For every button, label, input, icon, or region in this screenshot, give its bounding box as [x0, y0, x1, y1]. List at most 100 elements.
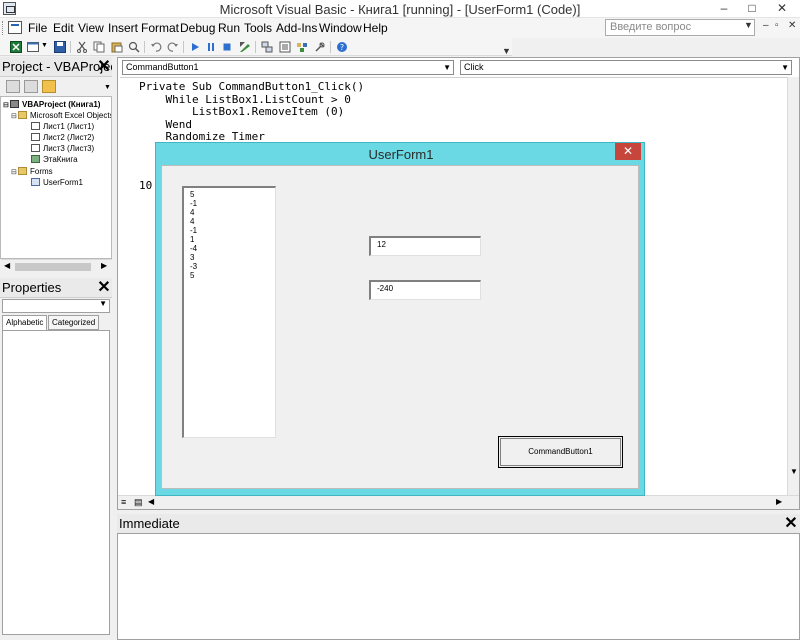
mdi-minimize-button[interactable]: – [763, 20, 769, 31]
properties-grid[interactable] [2, 330, 110, 635]
procedure-view-icon[interactable]: ≡ [121, 497, 126, 507]
project-tree[interactable]: ⊟ VBAProject (Книга1) ⊟ Microsoft Excel Ob… [0, 96, 112, 259]
project-hscrollbar[interactable]: ◀ ▶ [1, 259, 112, 273]
command-button1[interactable]: CommandButton1 [498, 436, 623, 468]
copy-icon[interactable] [93, 41, 105, 53]
title-bar: Microsoft Visual Basic - Книга1 [running… [0, 0, 800, 18]
run-icon[interactable] [189, 41, 201, 53]
list-item[interactable]: 4 [190, 208, 194, 217]
list-item[interactable]: 1 [190, 235, 194, 244]
scroll-down-arrow-icon[interactable]: ▼ [790, 467, 798, 476]
project-toolbar-arrow-icon[interactable]: ▼ [104, 84, 111, 91]
scroll-thumb[interactable] [15, 263, 91, 271]
close-button[interactable]: ✕ [767, 0, 797, 18]
list-item[interactable]: -3 [190, 262, 197, 271]
code-bottom-bar: ≡ ▤ ◀ ▶ [118, 495, 799, 509]
ask-question-input[interactable]: Введите вопрос [605, 19, 755, 36]
project-toolbar: ▼ [0, 78, 112, 96]
mdi-close-button[interactable]: ✕ [788, 20, 796, 31]
chevron-down-icon: ▼ [99, 299, 107, 308]
tree-node-list2[interactable]: Лист2 (Лист2) [31, 133, 94, 143]
object-browser-icon[interactable] [296, 41, 308, 53]
properties-panel-title: Properties [0, 278, 112, 298]
tree-node-list3[interactable]: Лист3 (Лист3) [31, 144, 94, 154]
immediate-window[interactable] [117, 533, 800, 640]
full-module-view-icon[interactable]: ▤ [134, 497, 143, 508]
minimize-button[interactable]: – [709, 0, 739, 18]
design-mode-icon[interactable] [239, 41, 251, 53]
paste-icon[interactable] [111, 41, 123, 53]
toggle-folders-button[interactable] [42, 80, 56, 93]
tree-node-list1[interactable]: Лист1 (Лист1) [31, 122, 94, 132]
cut-icon[interactable] [76, 41, 88, 53]
tree-node-excel-objects[interactable]: ⊟ Microsoft Excel Objects [11, 111, 111, 122]
scroll-right-arrow-icon[interactable]: ▶ [101, 261, 107, 270]
find-icon[interactable] [128, 41, 140, 53]
userform-title: UserForm1 [368, 147, 434, 162]
menu-format[interactable]: Format [141, 21, 179, 35]
menu-view[interactable]: View [78, 21, 104, 35]
ask-dropdown-arrow-icon[interactable]: ▼ [744, 20, 753, 30]
userform-body: 5 -1 4 4 -1 1 -4 3 -3 5 12 -240 CommandB… [161, 165, 639, 489]
menu-window[interactable]: Window [319, 21, 362, 35]
tree-node-etakniga[interactable]: ЭтаКнига [31, 155, 78, 165]
immediate-close-button[interactable]: ✕ [784, 516, 798, 532]
list-item[interactable]: 4 [190, 217, 194, 226]
tree-node-userform1[interactable]: UserForm1 [31, 178, 83, 188]
undo-icon[interactable] [150, 41, 162, 53]
userform-close-button[interactable]: ✕ [615, 143, 641, 160]
list-item[interactable]: 3 [190, 253, 194, 262]
listbox1[interactable]: 5 -1 4 4 -1 1 -4 3 -3 5 [182, 186, 276, 438]
properties-object-combo[interactable]: ▼ [2, 299, 110, 313]
properties-panel-close-button[interactable]: ✕ [97, 280, 111, 296]
folder-icon [18, 111, 27, 119]
tree-node-vbaproject[interactable]: ⊟ VBAProject (Книга1) [3, 100, 100, 111]
menu-help[interactable]: Help [363, 21, 388, 35]
project-explorer-icon[interactable] [261, 41, 273, 53]
list-item[interactable]: 5 [190, 271, 194, 280]
menu-add-ins[interactable]: Add-Ins [276, 21, 317, 35]
procedure-combo[interactable]: Click ▼ [460, 60, 792, 75]
list-item[interactable]: -1 [190, 226, 197, 235]
code-vscrollbar[interactable]: ▼ [787, 77, 799, 495]
insert-dropdown-arrow-icon[interactable]: ▼ [41, 42, 48, 49]
toolbox-icon[interactable] [314, 41, 326, 53]
immediate-panel-title: Immediate [117, 514, 800, 534]
mdi-restore-button[interactable]: ▫ [775, 20, 779, 31]
list-item[interactable]: -1 [190, 199, 197, 208]
menu-run[interactable]: Run [218, 21, 240, 35]
maximize-button[interactable]: □ [737, 0, 767, 18]
help-icon[interactable]: ? [336, 41, 348, 53]
project-panel-close-button[interactable]: ✕ [97, 59, 111, 75]
reset-icon[interactable] [221, 41, 233, 53]
menu-file[interactable]: File [28, 21, 47, 35]
break-icon[interactable] [205, 41, 217, 53]
list-item[interactable]: 5 [190, 190, 194, 199]
view-code-button[interactable] [6, 80, 20, 93]
view-object-button[interactable] [24, 80, 38, 93]
textbox1[interactable]: 12 [369, 236, 481, 256]
tab-alphabetic[interactable]: Alphabetic [2, 315, 48, 330]
redo-icon[interactable] [167, 41, 179, 53]
insert-userform-icon[interactable] [27, 41, 39, 53]
textbox2[interactable]: -240 [369, 280, 481, 300]
tab-categorized[interactable]: Categorized [48, 315, 100, 330]
list-item[interactable]: -4 [190, 244, 197, 253]
scroll-left-arrow-icon[interactable]: ◀ [4, 261, 10, 270]
menu-tools[interactable]: Tools [244, 21, 272, 35]
properties-window-icon[interactable] [279, 41, 291, 53]
code-window-icon[interactable] [8, 21, 22, 34]
menu-debug[interactable]: Debug [180, 21, 215, 35]
menu-grip[interactable] [2, 21, 5, 35]
scroll-right-arrow-icon[interactable]: ▶ [776, 497, 782, 506]
save-icon[interactable] [54, 41, 66, 53]
view-excel-icon[interactable] [10, 41, 22, 53]
toolbar-options-arrow-icon[interactable]: ▼ [502, 46, 511, 56]
menu-insert[interactable]: Insert [108, 21, 138, 35]
tree-node-forms[interactable]: ⊟ Forms [11, 167, 53, 178]
scroll-left-arrow-icon[interactable]: ◀ [148, 497, 154, 506]
menu-edit[interactable]: Edit [53, 21, 74, 35]
sheet-icon [31, 144, 40, 152]
procedure-combo-value: Click [464, 62, 484, 72]
object-combo[interactable]: CommandButton1 ▼ [122, 60, 454, 75]
